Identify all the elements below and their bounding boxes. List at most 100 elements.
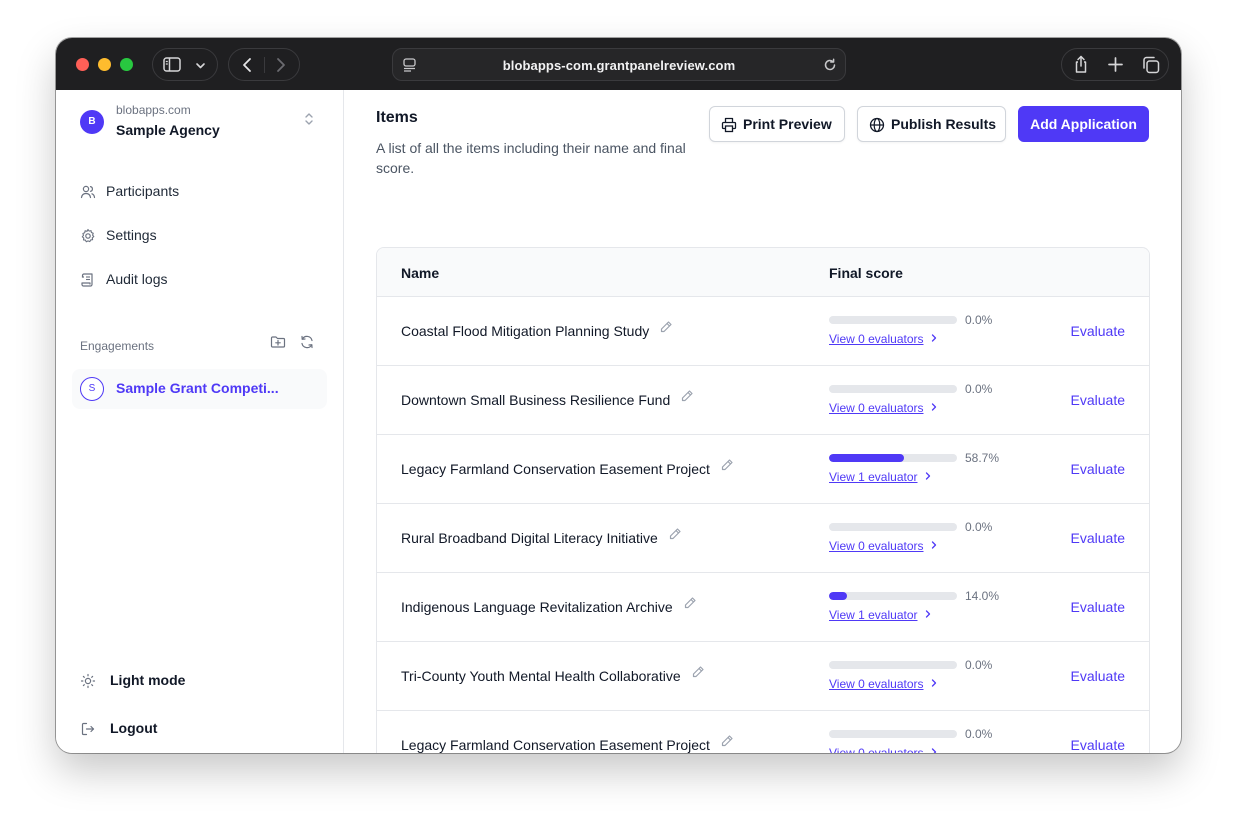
share-icon[interactable] <box>1073 55 1089 77</box>
score-progress-fill <box>829 454 905 462</box>
item-name: Rural Broadband Digital Literacy Initiat… <box>401 530 658 546</box>
score-progress-bar <box>829 454 957 462</box>
pencil-icon[interactable] <box>720 458 734 472</box>
evaluate-button[interactable]: Evaluate <box>1071 599 1125 615</box>
logout-button[interactable]: Logout <box>80 718 320 740</box>
evaluate-button[interactable]: Evaluate <box>1071 392 1125 408</box>
sidebar: B blobapps.com Sample Agency Participant… <box>56 90 344 753</box>
publish-results-button[interactable]: Publish Results <box>857 106 1006 142</box>
item-name-cell: Rural Broadband Digital Literacy Initiat… <box>401 527 682 546</box>
page-description: A list of all the items including their … <box>376 140 686 176</box>
engagement-item[interactable]: S Sample Grant Competi... <box>72 369 327 409</box>
view-evaluators-link[interactable]: View 0 evaluators <box>829 401 924 415</box>
score-progress-bar <box>829 316 957 324</box>
tab-overview-icon[interactable] <box>1142 56 1160 77</box>
minimize-window-button[interactable] <box>98 58 111 71</box>
add-application-button[interactable]: Add Application <box>1018 106 1149 142</box>
sidebar-toggle-icon[interactable] <box>163 57 181 75</box>
score-progress-bar <box>829 385 957 393</box>
chevron-right-icon[interactable] <box>924 470 932 484</box>
score-percent: 0.0% <box>965 382 993 396</box>
refresh-icon[interactable] <box>299 334 315 350</box>
score-progress-bar <box>829 592 957 600</box>
chevron-right-icon[interactable] <box>930 539 938 553</box>
chevron-right-icon[interactable] <box>930 332 938 346</box>
back-arrow-icon[interactable] <box>241 57 253 76</box>
chevron-right-icon[interactable] <box>930 677 938 691</box>
address-bar[interactable]: blobapps-com.grantpanelreview.com <box>392 48 846 81</box>
column-header-name: Name <box>401 265 440 281</box>
folder-plus-icon[interactable] <box>270 334 286 350</box>
engagement-label: Sample Grant Competi... <box>116 380 279 396</box>
score-progress-bar <box>829 661 957 669</box>
main-content: Items A list of all the items including … <box>344 90 1181 753</box>
item-name-cell: Legacy Farmland Conservation Easement Pr… <box>401 734 734 753</box>
print-preview-button[interactable]: Print Preview <box>709 106 845 142</box>
view-evaluators-link[interactable]: View 0 evaluators <box>829 677 924 691</box>
new-tab-icon[interactable] <box>1108 57 1123 75</box>
column-header-final-score: Final score <box>829 265 903 281</box>
chevron-right-icon[interactable] <box>930 746 938 753</box>
browser-window: blobapps-com.grantpanelreview.com B blob… <box>56 38 1181 753</box>
chevron-right-icon[interactable] <box>930 401 938 415</box>
evaluate-button[interactable]: Evaluate <box>1071 461 1125 477</box>
sidebar-item-label: Participants <box>106 183 180 199</box>
item-name: Legacy Farmland Conservation Easement Pr… <box>401 461 710 477</box>
add-application-label: Add Application <box>1030 116 1137 132</box>
item-name-cell: Coastal Flood Mitigation Planning Study <box>401 320 673 339</box>
reload-icon[interactable] <box>823 58 837 75</box>
pencil-icon[interactable] <box>720 734 734 748</box>
table-row: Rural Broadband Digital Literacy Initiat… <box>377 504 1149 573</box>
sidebar-toggle-group[interactable] <box>152 48 218 81</box>
view-evaluators-link[interactable]: View 1 evaluator <box>829 470 918 484</box>
item-name: Tri-County Youth Mental Health Collabora… <box>401 668 681 684</box>
logout-label: Logout <box>110 720 158 736</box>
chevron-down-icon[interactable] <box>195 59 206 74</box>
item-name-cell: Tri-County Youth Mental Health Collabora… <box>401 665 705 684</box>
items-table: Name Final score Coastal Flood Mitigatio… <box>376 247 1150 753</box>
org-avatar: B <box>80 110 104 134</box>
table-row: Tri-County Youth Mental Health Collabora… <box>377 642 1149 711</box>
forward-arrow-icon[interactable] <box>275 57 287 76</box>
pencil-icon[interactable] <box>683 596 697 610</box>
view-evaluators-link[interactable]: View 1 evaluator <box>829 608 918 622</box>
sidebar-item-settings[interactable]: Settings <box>80 225 320 247</box>
logout-icon <box>80 721 96 737</box>
scroll-icon <box>80 272 96 288</box>
publish-results-label: Publish Results <box>891 116 997 132</box>
chevron-up-down-icon[interactable] <box>304 112 314 127</box>
light-mode-label: Light mode <box>110 672 186 688</box>
sun-icon <box>80 673 96 689</box>
org-switcher[interactable]: B blobapps.com Sample Agency <box>56 90 344 150</box>
pencil-icon[interactable] <box>680 389 694 403</box>
evaluate-button[interactable]: Evaluate <box>1071 323 1125 339</box>
table-row: Coastal Flood Mitigation Planning Study 0… <box>377 297 1149 366</box>
view-evaluators-link[interactable]: View 0 evaluators <box>829 539 924 553</box>
pencil-icon[interactable] <box>668 527 682 541</box>
printer-icon <box>721 117 737 133</box>
evaluate-button[interactable]: Evaluate <box>1071 668 1125 684</box>
sidebar-item-participants[interactable]: Participants <box>80 181 320 203</box>
pencil-icon[interactable] <box>691 665 705 679</box>
item-name: Indigenous Language Revitalization Archi… <box>401 599 673 615</box>
zoom-window-button[interactable] <box>120 58 133 71</box>
table-row: Legacy Farmland Conservation Easement Pr… <box>377 435 1149 504</box>
item-name: Coastal Flood Mitigation Planning Study <box>401 323 650 339</box>
page-title: Items <box>376 109 418 126</box>
evaluate-button[interactable]: Evaluate <box>1071 737 1125 753</box>
table-header: Name Final score <box>377 248 1149 297</box>
light-mode-toggle[interactable]: Light mode <box>80 670 320 692</box>
view-evaluators-link[interactable]: View 0 evaluators <box>829 746 924 753</box>
pencil-icon[interactable] <box>659 320 673 334</box>
score-percent: 0.0% <box>965 313 993 327</box>
evaluate-button[interactable]: Evaluate <box>1071 530 1125 546</box>
view-evaluators-link[interactable]: View 0 evaluators <box>829 332 924 346</box>
score-percent: 14.0% <box>965 589 1000 603</box>
item-name-cell: Legacy Farmland Conservation Easement Pr… <box>401 458 734 477</box>
close-window-button[interactable] <box>76 58 89 71</box>
score-percent: 0.0% <box>965 658 993 672</box>
chevron-right-icon[interactable] <box>924 608 932 622</box>
score-progress-bar <box>829 523 957 531</box>
sidebar-item-audit-logs[interactable]: Audit logs <box>80 269 320 291</box>
org-name: Sample Agency <box>116 122 220 138</box>
